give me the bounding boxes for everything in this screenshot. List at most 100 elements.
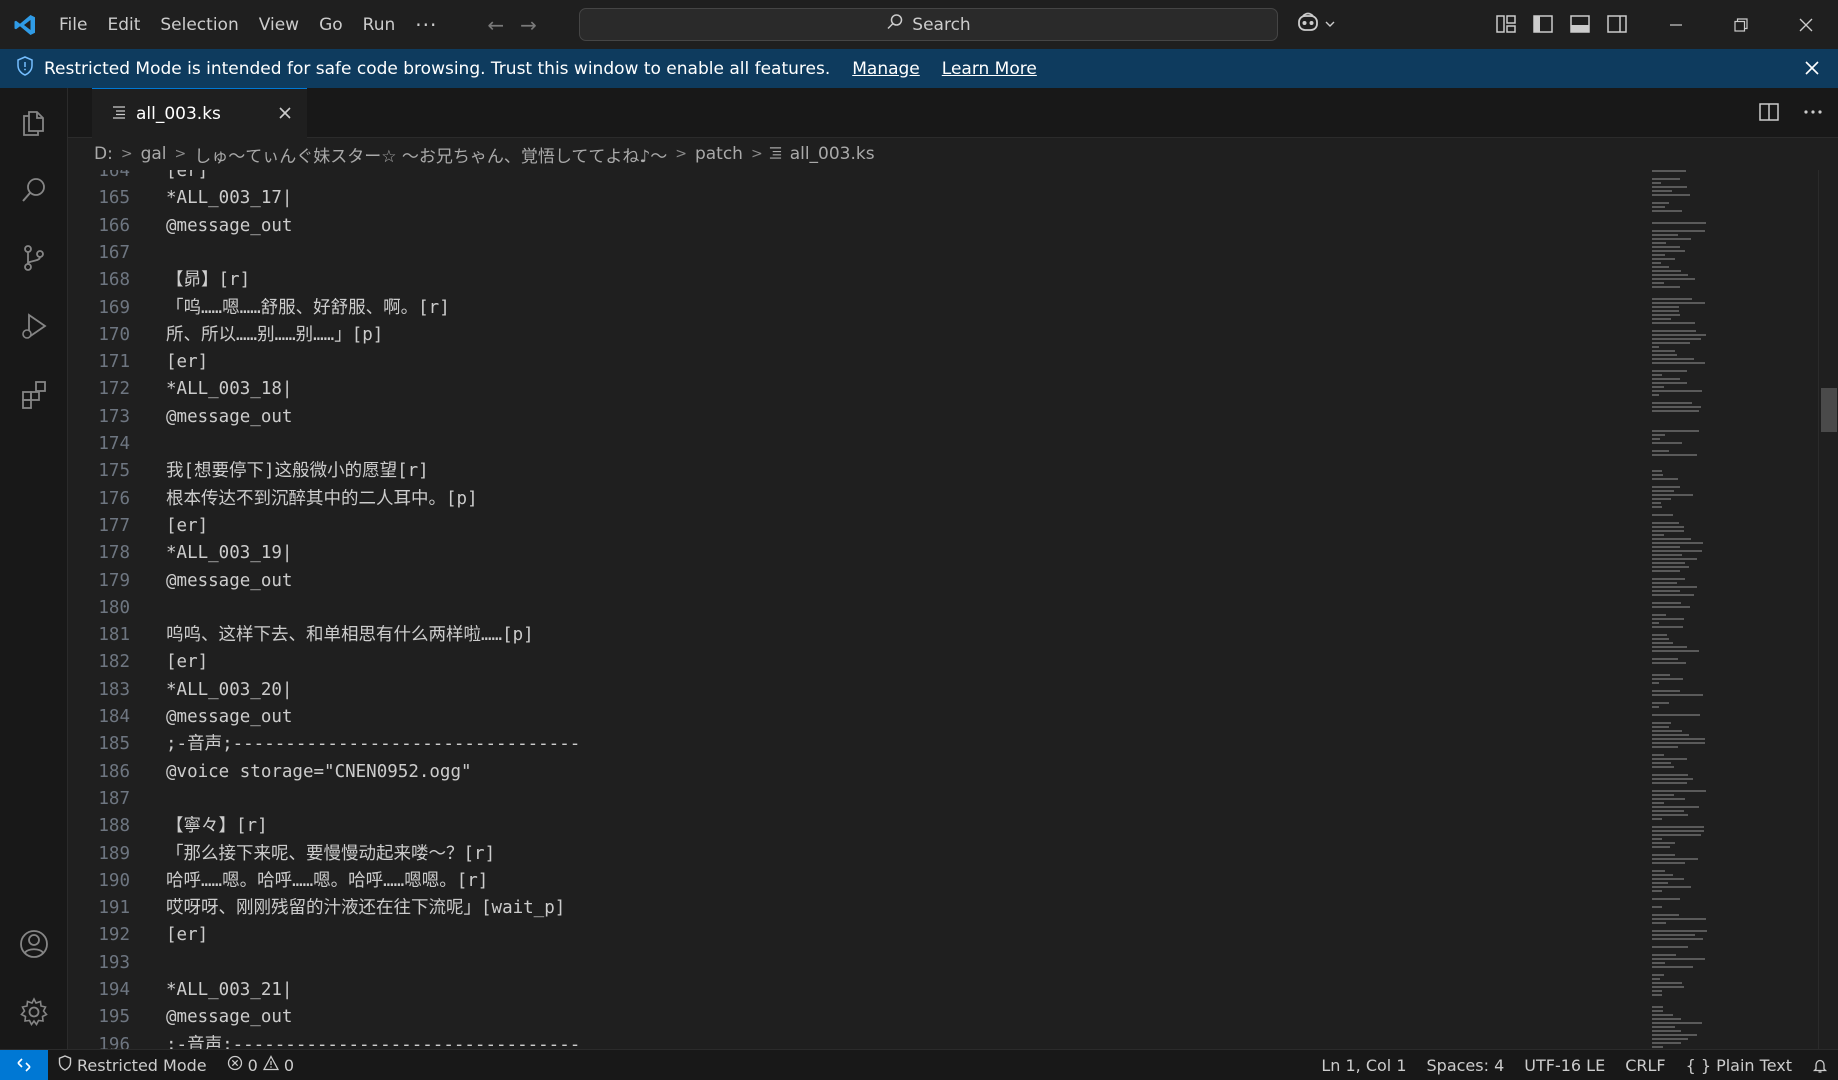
code-line[interactable]: 185 ;-音声;--------------------------------… — [68, 731, 1642, 758]
encoding-status[interactable]: UTF-16 LE — [1514, 1050, 1615, 1080]
code-line[interactable]: 180 — [68, 595, 1642, 622]
code-line[interactable]: 175 我[想要停下]这般微小的愿望[r] — [68, 458, 1642, 485]
code-line[interactable]: 191 哎呀呀、刚刚残留的汁液还在往下流呢」[wait_p] — [68, 895, 1642, 922]
more-actions-icon[interactable] — [1802, 101, 1824, 127]
code-line[interactable]: 169 「呜……嗯……舒服、好舒服、啊。[r] — [68, 295, 1642, 322]
line-number: 180 — [98, 597, 130, 618]
code-line[interactable]: 187 — [68, 786, 1642, 813]
menu-edit[interactable]: Edit — [97, 10, 150, 40]
breadcrumb-folder-gal[interactable]: gal — [139, 144, 169, 164]
code-line[interactable]: 172 *ALL_003_18| — [68, 376, 1642, 403]
code-line[interactable]: 188 【寧々】[r] — [68, 813, 1642, 840]
minimap-line — [1652, 550, 1702, 552]
minimap-line — [1652, 562, 1685, 564]
code-line[interactable]: 174 — [68, 431, 1642, 458]
minimap-line — [1652, 1018, 1681, 1020]
restricted-mode-label: Restricted Mode — [77, 1055, 207, 1075]
code-line[interactable]: 171 [er] — [68, 349, 1642, 376]
breadcrumb-drive[interactable]: D: — [92, 144, 115, 164]
toggle-primary-sidebar-icon[interactable] — [1531, 12, 1555, 40]
menu-run[interactable]: Run — [353, 10, 406, 40]
minimap-line — [1652, 1006, 1663, 1008]
toggle-panel-icon[interactable] — [1568, 12, 1592, 40]
menu-view[interactable]: View — [249, 10, 309, 40]
warning-count: 0 — [283, 1055, 294, 1075]
search-view-icon[interactable] — [14, 170, 54, 210]
breadcrumb-folder-patch[interactable]: patch — [693, 144, 745, 164]
cursor-position[interactable]: Ln 1, Col 1 — [1311, 1050, 1416, 1080]
code-line[interactable]: 181 呜呜、这样下去、和单相思有什么两样啦……[p] — [68, 622, 1642, 649]
vertical-scrollbar[interactable] — [1818, 170, 1838, 1049]
code-line[interactable]: 182 [er] — [68, 649, 1642, 676]
code-line[interactable]: 186 @voice storage="CNEN0952.ogg" — [68, 759, 1642, 786]
explorer-icon[interactable] — [14, 102, 54, 142]
minimap[interactable] — [1642, 170, 1818, 1049]
minimap-line — [1652, 594, 1694, 596]
problems-status[interactable]: 0 0 — [217, 1050, 304, 1080]
learn-more-link[interactable]: Learn More — [942, 59, 1037, 79]
minimap-line — [1652, 538, 1691, 540]
code-line[interactable]: 164 [er] — [68, 170, 1642, 185]
menu-go[interactable]: Go — [309, 10, 353, 40]
close-window-icon[interactable] — [1773, 0, 1838, 49]
code-line[interactable]: 196 ;-音声;--------------------------------… — [68, 1032, 1642, 1049]
code-line[interactable]: 184 @message_out — [68, 704, 1642, 731]
gear-icon[interactable] — [14, 992, 54, 1032]
accounts-icon[interactable] — [14, 924, 54, 964]
line-number: 195 — [98, 1007, 130, 1028]
menu-more[interactable]: ··· — [405, 10, 447, 40]
back-arrow-icon[interactable]: ← — [487, 13, 504, 37]
scrollbar-thumb[interactable] — [1821, 388, 1837, 432]
code-line[interactable]: 167 — [68, 240, 1642, 267]
toggle-secondary-sidebar-icon[interactable] — [1605, 12, 1629, 40]
menu-file[interactable]: File — [49, 10, 97, 40]
run-and-debug-icon[interactable] — [14, 306, 54, 346]
notifications-bell-icon[interactable] — [1802, 1050, 1838, 1080]
close-icon[interactable] — [1804, 57, 1820, 81]
code-line[interactable]: 166 @message_out — [68, 213, 1642, 240]
copilot-button[interactable] — [1296, 9, 1336, 39]
manage-link[interactable]: Manage — [852, 59, 920, 79]
line-number: 170 — [98, 324, 130, 345]
status-bar: Restricted Mode 0 0 Ln 1, Col 1 Spaces: … — [0, 1049, 1838, 1080]
minimize-icon[interactable] — [1643, 0, 1708, 49]
minimap-line — [1652, 434, 1665, 436]
eol-status[interactable]: CRLF — [1615, 1050, 1675, 1080]
code-line[interactable]: 193 — [68, 950, 1642, 977]
code-line[interactable]: 179 @message_out — [68, 568, 1642, 595]
indentation-status[interactable]: Spaces: 4 — [1417, 1050, 1515, 1080]
code-line[interactable]: 176 根本传达不到沉醉其中的二人耳中。[p] — [68, 486, 1642, 513]
restore-icon[interactable] — [1708, 0, 1773, 49]
customize-layout-icon[interactable] — [1494, 12, 1518, 40]
close-tab-icon[interactable] — [277, 102, 293, 126]
code-line[interactable]: 195 @message_out — [68, 1004, 1642, 1031]
code-line[interactable]: 170 所、所以……别……别……」[p] — [68, 322, 1642, 349]
code-line[interactable]: 189 「那么接下来呢、要慢慢动起来喽～？[r] — [68, 841, 1642, 868]
breadcrumb-folder-game[interactable]: しゅ～てぃんぐ妹スター☆ ～お兄ちゃん、覚悟しててよね♪～ — [192, 142, 669, 167]
source-control-icon[interactable] — [14, 238, 54, 278]
code-line[interactable]: 190 哈呼……嗯。哈呼……嗯。哈呼……嗯嗯。[r] — [68, 868, 1642, 895]
code-editor[interactable]: 164 [er] 165 *ALL_003_17| 166 @message_out 167… — [68, 170, 1642, 1049]
menu-selection[interactable]: Selection — [150, 10, 248, 40]
extensions-icon[interactable] — [14, 374, 54, 414]
split-editor-icon[interactable] — [1758, 101, 1780, 127]
forward-arrow-icon[interactable]: → — [520, 13, 537, 37]
code-line[interactable]: 168 【昴】[r] — [68, 267, 1642, 294]
tab-all-003[interactable]: all_003.ks — [92, 88, 307, 138]
minimap-line — [1652, 558, 1697, 560]
code-line[interactable]: 165 *ALL_003_17| — [68, 185, 1642, 212]
remote-indicator-icon[interactable] — [0, 1049, 48, 1080]
breadcrumb-file[interactable]: all_003.ks — [788, 144, 877, 164]
language-mode[interactable]: { } Plain Text — [1676, 1050, 1802, 1080]
menu-bar: File Edit Selection View Go Run ··· — [49, 0, 447, 49]
minimap-line — [1652, 194, 1690, 196]
code-line[interactable]: 192 [er] — [68, 922, 1642, 949]
restricted-mode-status[interactable]: Restricted Mode — [48, 1050, 217, 1080]
command-center-search[interactable]: Search — [579, 8, 1278, 41]
code-line[interactable]: 194 *ALL_003_21| — [68, 977, 1642, 1004]
code-line[interactable]: 178 *ALL_003_19| — [68, 540, 1642, 567]
code-line[interactable]: 183 *ALL_003_20| — [68, 677, 1642, 704]
code-line[interactable]: 177 [er] — [68, 513, 1642, 540]
code-line[interactable]: 173 @message_out — [68, 404, 1642, 431]
minimap-line — [1652, 526, 1684, 528]
